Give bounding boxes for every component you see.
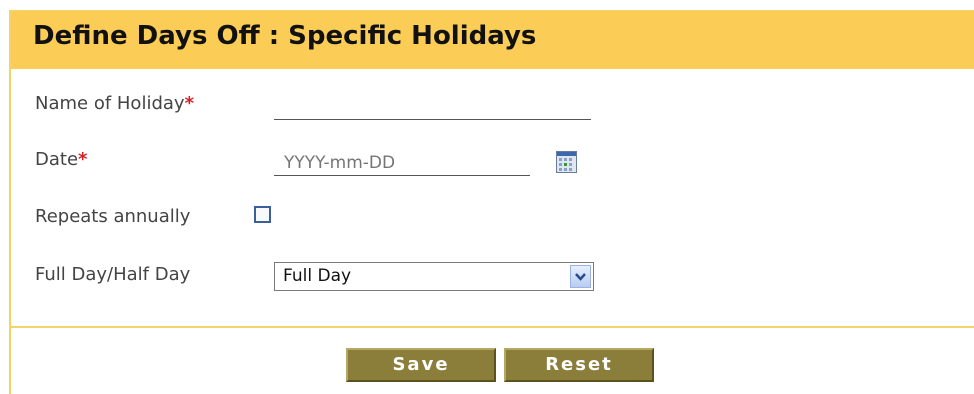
date-label-text: Date bbox=[35, 149, 79, 170]
reset-button[interactable]: Reset bbox=[504, 348, 654, 382]
holiday-name-label: Name of Holiday* bbox=[35, 93, 194, 114]
form-divider bbox=[11, 326, 974, 328]
required-marker: * bbox=[184, 93, 194, 114]
day-type-selected-value: Full Day bbox=[283, 266, 352, 286]
required-marker: * bbox=[78, 149, 88, 170]
save-button[interactable]: Save bbox=[346, 348, 496, 382]
holiday-name-label-text: Name of Holiday bbox=[35, 93, 185, 114]
calendar-icon[interactable] bbox=[556, 151, 577, 173]
date-label: Date* bbox=[35, 149, 87, 170]
day-type-label: Full Day/Half Day bbox=[35, 264, 191, 285]
repeats-annually-label: Repeats annually bbox=[35, 206, 191, 227]
page-title: Define Days Off : Specific Holidays bbox=[33, 21, 537, 51]
holiday-form-panel: Define Days Off : Specific Holidays Name… bbox=[9, 10, 974, 394]
day-type-select[interactable]: Full Day bbox=[274, 262, 594, 291]
date-input[interactable] bbox=[274, 150, 530, 176]
chevron-down-icon[interactable] bbox=[570, 265, 591, 288]
title-bar: Define Days Off : Specific Holidays bbox=[11, 11, 974, 69]
repeats-annually-checkbox[interactable] bbox=[254, 206, 271, 223]
holiday-name-input[interactable] bbox=[274, 95, 591, 120]
